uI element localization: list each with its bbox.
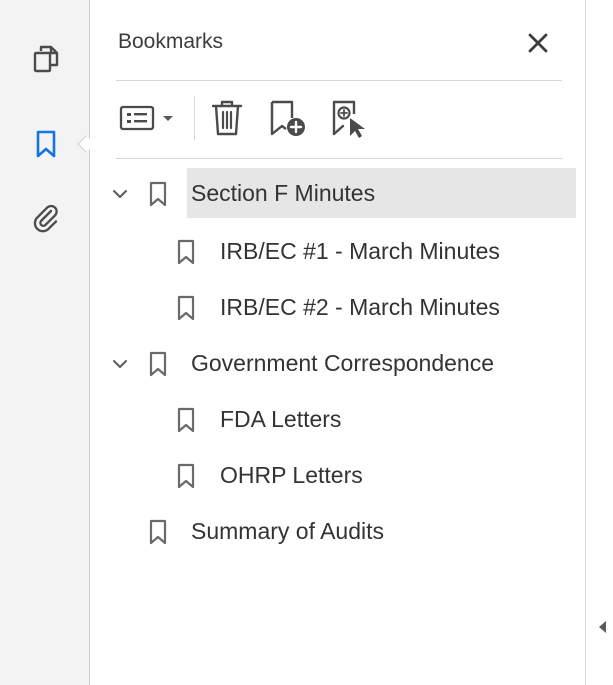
navigation-rail (0, 0, 95, 685)
bookmark-item-fda-letters[interactable]: FDA Letters (90, 394, 585, 446)
chevron-down-icon[interactable] (110, 354, 130, 374)
attachment-icon (33, 204, 58, 233)
bookmark-item-government-correspondence[interactable]: Government Correspondence (90, 338, 585, 390)
options-menu-button[interactable] (116, 96, 182, 140)
bookmark-label: IRB/EC #2 - March Minutes (220, 294, 500, 320)
bookmark-icon (149, 181, 167, 207)
options-menu-icon (119, 105, 173, 131)
bookmark-item-section-f-minutes[interactable]: Section F Minutes (90, 168, 585, 220)
bookmark-icon (177, 239, 195, 265)
new-bookmark-icon (270, 100, 305, 136)
close-icon (528, 33, 548, 53)
bookmark-icon (149, 519, 167, 545)
close-panel-button[interactable] (523, 28, 553, 58)
bookmark-label: Section F Minutes (187, 168, 576, 218)
bookmarks-toolbar (116, 92, 562, 146)
toolbar-separator (194, 96, 195, 140)
document-edge (585, 0, 613, 685)
bookmarks-panel: Bookmarks Section F Minutes IRB/EC #1 - … (90, 0, 585, 685)
bookmark-icon (177, 407, 195, 433)
panel-header: Bookmarks (118, 28, 563, 62)
trash-icon (211, 100, 243, 136)
toolbar-divider (116, 158, 562, 159)
bookmarks-button[interactable] (24, 122, 68, 166)
panel-title: Bookmarks (118, 30, 224, 53)
delete-bookmark-button[interactable] (204, 96, 250, 140)
find-current-bookmark-button[interactable] (324, 96, 374, 140)
page-thumbnails-button[interactable] (24, 36, 68, 80)
header-divider (116, 80, 562, 81)
attachments-button[interactable] (24, 196, 68, 240)
bookmark-label: IRB/EC #1 - March Minutes (220, 238, 500, 264)
collapse-panel-arrow-icon[interactable] (597, 620, 607, 634)
bookmark-label: OHRP Letters (220, 462, 363, 488)
find-current-bookmark-icon (332, 100, 365, 138)
bookmark-icon (149, 351, 167, 377)
bookmark-item-irb-ec-2[interactable]: IRB/EC #2 - March Minutes (90, 282, 585, 334)
bookmark-label: Government Correspondence (191, 350, 494, 376)
bookmark-label: FDA Letters (220, 406, 342, 432)
bookmark-item-summary-of-audits[interactable]: Summary of Audits (90, 506, 585, 558)
bookmark-item-irb-ec-1[interactable]: IRB/EC #1 - March Minutes (90, 226, 585, 278)
bookmark-icon (177, 295, 195, 321)
new-bookmark-button[interactable] (262, 96, 312, 140)
bookmark-icon (177, 463, 195, 489)
bookmark-icon (36, 130, 56, 158)
bookmark-item-ohrp-letters[interactable]: OHRP Letters (90, 450, 585, 502)
chevron-down-icon[interactable] (110, 184, 130, 204)
bookmark-label: Summary of Audits (191, 518, 385, 544)
pages-icon (33, 45, 59, 73)
bookmarks-pane: Bookmarks Section F Minutes IRB/EC #1 - … (0, 0, 613, 685)
